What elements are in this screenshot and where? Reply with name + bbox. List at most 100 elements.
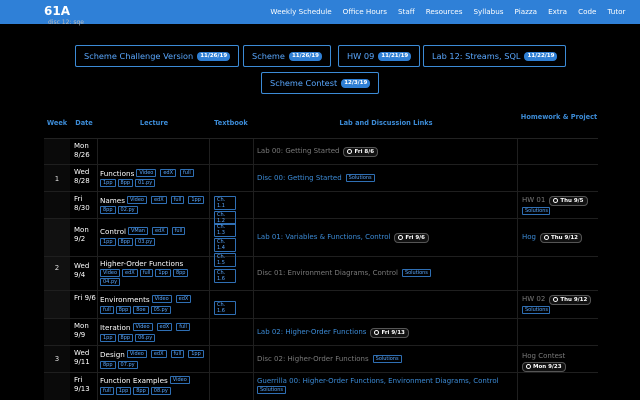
lecture-tag[interactable]: Video	[100, 269, 121, 277]
solutions-tag[interactable]: Solutions	[522, 207, 550, 215]
lecture-title: Names Video edX full 1pp	[100, 196, 206, 205]
lecture-tag[interactable]: 04.py	[100, 278, 121, 286]
lecture-tag[interactable]: full	[171, 227, 186, 235]
lecture-tag[interactable]: Video	[169, 376, 190, 384]
lecture-tag[interactable]: full	[170, 196, 185, 204]
due-text: Mon 9/23	[533, 364, 562, 370]
lab-link-text: Guerrilla 00: Higher-Order Functions, En…	[257, 377, 499, 385]
lecture-tag[interactable]: 8pp	[117, 179, 134, 187]
solutions-tag[interactable]: Solutions	[345, 174, 375, 182]
lab-link[interactable]: Disc 00: Getting Started Solutions	[257, 174, 377, 182]
lab-link[interactable]: Lab 00: Getting Started Fri 8/6	[257, 147, 379, 157]
lecture-tag[interactable]: full	[100, 306, 114, 314]
header-homework: Homework & Project	[520, 113, 598, 121]
lab-link[interactable]: Guerrilla 00: Higher-Order Functions, En…	[257, 376, 515, 396]
lecture-tag[interactable]: 1pp	[155, 269, 171, 277]
lecture-tag[interactable]: 8pp	[133, 387, 149, 395]
lecture-tag[interactable]: Video	[132, 323, 153, 331]
lecture-tag[interactable]: 07.py	[117, 361, 138, 369]
lecture-title-text: Environments	[100, 295, 150, 304]
assignment-label: Lab 12: Streams, SQL	[432, 51, 521, 61]
lecture-tag[interactable]: full	[176, 323, 190, 331]
textbook-tag[interactable]: Ch. 1.1	[214, 196, 236, 210]
homework-link[interactable]: HW 01 Thu 9/5 Solutions	[522, 196, 588, 215]
lecture-tag[interactable]: 1pp	[188, 350, 204, 358]
nav-weekly-schedule[interactable]: Weekly Schedule	[265, 0, 337, 24]
lecture-tag[interactable]: full	[139, 269, 154, 277]
lecture-tag[interactable]: edX	[156, 323, 173, 331]
lab-link[interactable]: Lab 02: Higher-Order Functions Fri 9/13	[257, 328, 409, 338]
assignment-button[interactable]: Scheme 11/26/19	[243, 45, 331, 67]
lecture-tag[interactable]: edX	[160, 169, 177, 177]
solutions-tag[interactable]: Solutions	[401, 269, 431, 277]
lecture-tag[interactable]: 8oe	[133, 306, 149, 314]
lecture-tag[interactable]: Video	[126, 350, 147, 358]
nav-syllabus[interactable]: Syllabus	[468, 0, 509, 24]
lecture-tag[interactable]: 8pp	[100, 206, 116, 214]
textbook-tag[interactable]: Ch. 1.4	[214, 238, 236, 252]
lecture-tag[interactable]: 1pp	[100, 334, 116, 342]
assignment-button[interactable]: HW 09 11/21/19	[338, 45, 421, 67]
lecture-tag[interactable]: edX	[151, 227, 168, 235]
due-badge: Thu 9/12	[540, 233, 582, 243]
lecture-tag[interactable]: Video	[126, 196, 147, 204]
clock-icon	[544, 234, 549, 240]
lecture-tag[interactable]: 8pp	[117, 238, 134, 246]
nav-code[interactable]: Code	[573, 0, 602, 24]
lecture-tag[interactable]: 8pp	[115, 306, 132, 314]
lecture-tag[interactable]: 1pp	[100, 238, 116, 246]
lecture-tag[interactable]: 8pp	[172, 269, 189, 277]
textbook-tag[interactable]: Ch. 1.3	[214, 223, 236, 237]
lecture-tag[interactable]: 1pp	[100, 179, 116, 187]
lecture-tag[interactable]: 03.py	[135, 238, 156, 246]
lecture-tag[interactable]: 1pp	[188, 196, 204, 204]
solutions-tag[interactable]: Solutions	[372, 355, 402, 363]
homework-link[interactable]: HW 02 Thu 9/12 Solutions	[522, 295, 592, 314]
lab-link-text: Lab 00: Getting Started	[257, 147, 340, 155]
assignment-label: Scheme	[252, 51, 285, 61]
lecture-tag[interactable]: edX	[175, 295, 192, 303]
lecture-tags: full 8pp 8oe 05.py	[100, 305, 210, 314]
lecture-tag[interactable]: full	[180, 169, 194, 177]
lecture-tag[interactable]: full	[170, 350, 185, 358]
lecture-tag[interactable]: full	[100, 387, 114, 395]
lecture-tag[interactable]: 05.py	[150, 306, 171, 314]
schedule-table: 1 2 3 Mon 8/26 Lab 00: Getting Started Fr…	[44, 138, 598, 400]
lecture-tag[interactable]: 06.py	[135, 334, 156, 342]
assignment-button[interactable]: Scheme Challenge Version 11/26/19	[75, 45, 240, 67]
due-text: Fri 9/13	[381, 330, 405, 336]
lecture-tag[interactable]: Video	[136, 169, 157, 177]
textbook-tag[interactable]: Ch. 1.6	[214, 269, 236, 283]
solutions-tag[interactable]: Solutions	[522, 306, 550, 314]
logo[interactable]: 61A	[44, 3, 74, 19]
homework-text: Hog Contest	[522, 352, 566, 360]
lecture-tag[interactable]: edX	[150, 350, 167, 358]
lecture-tag[interactable]: 01.py	[135, 179, 156, 187]
lecture-tag[interactable]: 8pp	[100, 361, 116, 369]
nav-tutor[interactable]: Tutor	[602, 0, 631, 24]
solutions-tag[interactable]: Solutions	[257, 386, 286, 394]
nav-office-hours[interactable]: Office Hours	[337, 0, 392, 24]
lecture-tag[interactable]: 08.py	[150, 387, 171, 395]
table-row: Wed 9/11 Design Video edX full 1pp 8pp 07.py …	[44, 346, 598, 373]
textbook-tag[interactable]: Ch. 1.6	[214, 301, 236, 315]
assignment-button[interactable]: Lab 12: Streams, SQL 11/22/19	[423, 45, 567, 67]
assignment-button[interactable]: Scheme Contest 12/3/19	[261, 72, 380, 94]
lab-link[interactable]: Disc 02: Higher-Order Functions Solutions	[257, 355, 404, 363]
lab-link[interactable]: Disc 01: Environment Diagrams, Control So…	[257, 269, 433, 277]
lecture-tag[interactable]: 8pp	[117, 334, 134, 342]
homework-text: HW 01	[522, 196, 546, 204]
homework-link[interactable]: Hog Thu 9/12	[522, 233, 582, 243]
lecture-tag[interactable]: edX	[122, 269, 138, 277]
nav-piazza[interactable]: Piazza	[509, 0, 543, 24]
lecture-tag[interactable]: 1pp	[115, 387, 132, 395]
nav-staff[interactable]: Staff	[393, 0, 421, 24]
lecture-tag[interactable]: Video	[151, 295, 172, 303]
lab-link[interactable]: Lab 01: Variables & Functions, Control Fr…	[257, 233, 430, 243]
nav-resources[interactable]: Resources	[420, 0, 468, 24]
lecture-tag[interactable]: VMan	[127, 227, 148, 235]
lecture-tag[interactable]: edX	[150, 196, 167, 204]
homework-link[interactable]: Hog Contest Mon 9/23	[522, 351, 566, 372]
lecture-tag[interactable]: 02.py	[117, 206, 138, 214]
nav-extra[interactable]: Extra	[543, 0, 573, 24]
